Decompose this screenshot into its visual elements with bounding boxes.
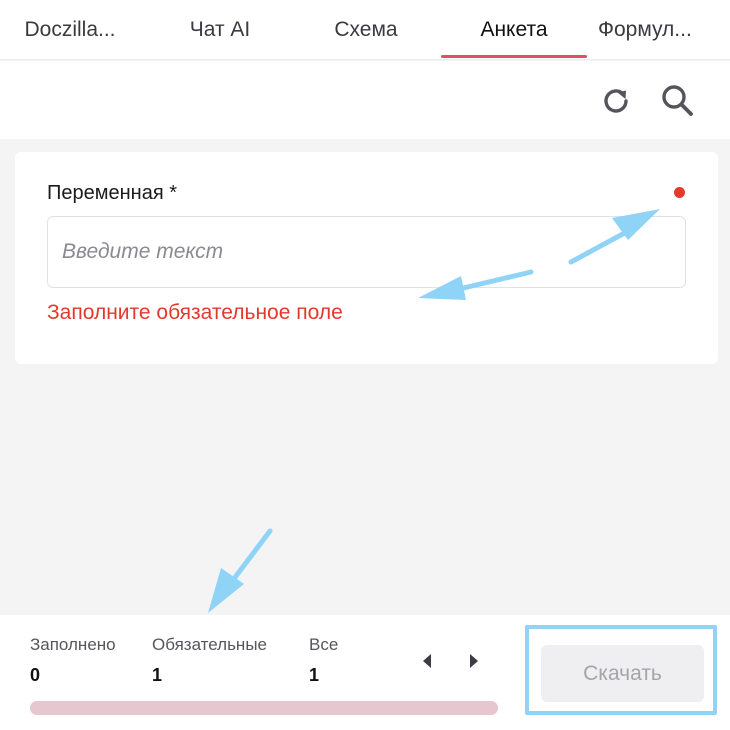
next-button[interactable]	[463, 650, 485, 672]
stat-required-label: Обязательные	[152, 635, 267, 654]
tab-questionnaire[interactable]: Анкета	[444, 0, 584, 60]
stat-filled-label: Заполнено	[30, 635, 116, 654]
active-tab-indicator	[441, 55, 587, 58]
form-card: Переменная * Заполните обязательное поле	[15, 152, 718, 364]
required-indicator-dot	[674, 187, 685, 198]
tab-bar: Doczilla... Чат AI Схема Анкета Формул..…	[0, 0, 730, 60]
chevron-right-icon	[470, 654, 478, 668]
search-icon	[662, 85, 693, 116]
tab-schema[interactable]: Схема	[296, 0, 436, 60]
app-root: Doczilla... Чат AI Схема Анкета Формул..…	[0, 0, 730, 730]
annotation-arrow-to-stats	[208, 528, 273, 613]
stat-all-label: Все	[309, 635, 339, 654]
download-button[interactable]: Скачать	[541, 645, 704, 702]
chevron-left-icon	[423, 654, 431, 668]
toolbar	[0, 61, 730, 139]
error-message: Заполните обязательное поле	[47, 301, 343, 324]
tab-chat-ai[interactable]: Чат AI	[150, 0, 290, 60]
progress-bar	[30, 701, 498, 715]
tab-formulas[interactable]: Формул...	[598, 0, 730, 60]
refresh-icon	[604, 89, 628, 113]
stat-filled-value: 0	[30, 665, 41, 685]
field-label: Переменная *	[47, 182, 177, 204]
search-button[interactable]	[658, 81, 698, 121]
previous-button[interactable]	[416, 650, 438, 672]
refresh-button[interactable]	[596, 81, 636, 121]
stat-required-value: 1	[152, 665, 163, 685]
text-input[interactable]	[47, 216, 686, 288]
stat-all-value: 1	[309, 665, 320, 685]
tab-doczilla[interactable]: Doczilla...	[0, 0, 140, 60]
footer-bar: Заполнено 0 Обязательные 1 Все 1 Скачать	[0, 615, 730, 730]
